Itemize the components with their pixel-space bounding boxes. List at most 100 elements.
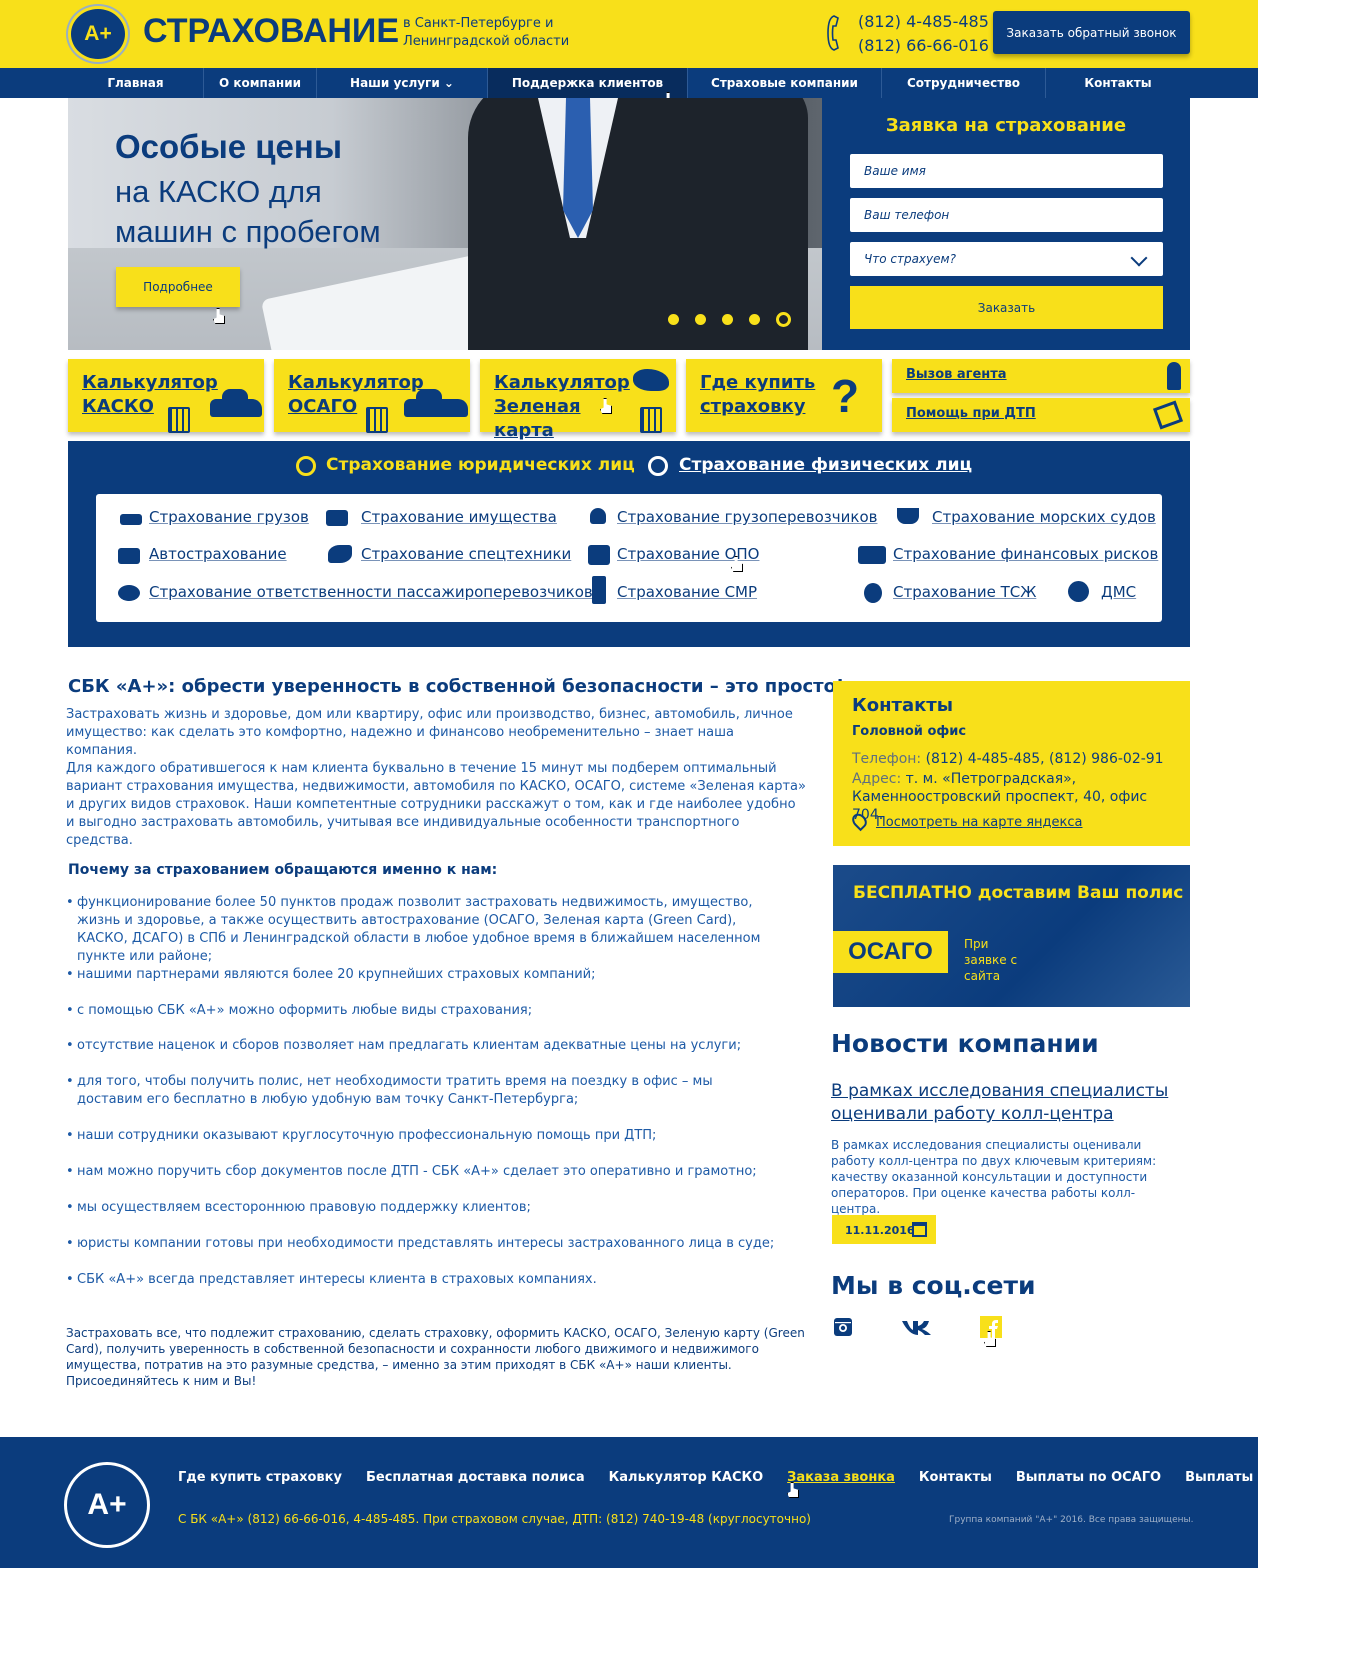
tile-where-label: Где купить страховку bbox=[700, 372, 816, 417]
callback-button[interactable]: Заказать обратный звонок bbox=[993, 11, 1190, 54]
logo-text: A+ bbox=[84, 22, 112, 45]
nav-item-insurers[interactable]: Страховые компании bbox=[688, 68, 882, 98]
footer-link-free-delivery[interactable]: Бесплатная доставка полиса bbox=[366, 1470, 585, 1485]
hands-home-icon bbox=[864, 583, 882, 603]
phone-input[interactable] bbox=[850, 198, 1163, 232]
tile-kasko-label: Калькулятор КАСКО bbox=[82, 372, 218, 417]
accident-icon bbox=[1152, 400, 1184, 430]
reason-item: нам можно поручить сбор документов после… bbox=[66, 1163, 776, 1181]
footer-link-kasko-calc[interactable]: Калькулятор КАСКО bbox=[609, 1470, 764, 1485]
plus-medical-icon bbox=[1068, 581, 1089, 602]
head-office-label: Головной офис bbox=[852, 724, 967, 739]
phone-value[interactable]: (812) 4-485-485, (812) 986-02-91 bbox=[926, 751, 1164, 767]
hero-tie bbox=[563, 98, 593, 238]
service-tszh[interactable]: Страхование ТСЖ bbox=[893, 583, 1036, 601]
vk-icon[interactable] bbox=[901, 1316, 933, 1338]
ship-icon bbox=[897, 508, 919, 524]
service-property[interactable]: Страхование имущества bbox=[361, 508, 557, 526]
service-ships[interactable]: Страхование морских судов bbox=[932, 508, 1156, 526]
services-list: Страхование грузов Страхование имущества… bbox=[96, 494, 1162, 622]
nav-item-about[interactable]: О компании bbox=[204, 68, 317, 98]
slider-dot-active[interactable] bbox=[776, 312, 791, 327]
footer-link-contacts[interactable]: Контакты bbox=[919, 1470, 992, 1485]
accident-help-label: Помощь при ДТП bbox=[906, 406, 1036, 421]
pickup-icon bbox=[404, 389, 468, 417]
car-icon bbox=[210, 389, 262, 417]
tractor-icon bbox=[328, 545, 352, 563]
service-dms[interactable]: ДМС bbox=[1101, 583, 1136, 601]
slider-dot[interactable] bbox=[695, 314, 706, 325]
site-header: A+ СТРАХОВАНИЕ в Санкт-Петербурге и Лени… bbox=[0, 0, 1258, 68]
reason-item: функционирование более 50 пунктов продаж… bbox=[66, 894, 776, 966]
service-smr[interactable]: Страхование СМР bbox=[617, 583, 757, 601]
tile-where-to-buy[interactable]: Где купить страховку ? bbox=[686, 359, 882, 432]
slider-dot[interactable] bbox=[722, 314, 733, 325]
footer-link-callback[interactable]: Заказа звонка bbox=[787, 1470, 895, 1485]
footer-link-osago-payments[interactable]: Выплаты по ОСАГО bbox=[1016, 1470, 1161, 1485]
services-panel: Страхование юридических лиц Страхование … bbox=[68, 441, 1190, 647]
intro-paragraph-2: Для каждого обратившегося к нам клиента … bbox=[66, 761, 806, 848]
intro-paragraph: Застраховать жизнь и здоровье, дом или к… bbox=[66, 707, 793, 758]
nav-item-services[interactable]: Наши услуги ⌄ bbox=[317, 68, 488, 98]
reason-item: юристы компании готовы при необходимости… bbox=[66, 1235, 776, 1253]
reasons-title: Почему за страхованием обращаются именно… bbox=[68, 862, 498, 878]
header-phone-1[interactable]: (812) 4-485-485 bbox=[858, 10, 989, 34]
delivery-promo-banner[interactable]: БЕСПЛАТНО доставим Ваш полис ОСАГО При з… bbox=[833, 865, 1190, 1007]
promo-title: БЕСПЛАТНО доставим Ваш полис bbox=[853, 883, 1184, 903]
header-phone-2[interactable]: (812) 66-66-016 bbox=[858, 34, 989, 58]
reason-item: наши сотрудники оказывают круглосуточную… bbox=[66, 1127, 776, 1145]
tile-greencard-calculator[interactable]: Калькулятор Зеленая карта bbox=[480, 359, 676, 441]
contact-phone: Телефон: (812) 4-485-485, (812) 986-02-9… bbox=[852, 750, 1182, 768]
hero-slider: Особые цены на КАСКО для машин с пробего… bbox=[68, 98, 822, 350]
property-icon bbox=[326, 510, 348, 526]
insurance-request-form: Заявка на страхование Заказать bbox=[822, 98, 1190, 350]
promo-note: При заявке с сайта bbox=[964, 937, 1018, 983]
facebook-icon[interactable] bbox=[980, 1316, 1002, 1338]
service-carriers[interactable]: Страхование грузоперевозчиков bbox=[617, 508, 877, 526]
calculator-icon bbox=[640, 407, 662, 433]
order-button[interactable]: Заказать bbox=[850, 286, 1163, 329]
map-russia-icon bbox=[633, 369, 669, 391]
news-title-link[interactable]: В рамках исследования специалисты оценив… bbox=[831, 1080, 1181, 1126]
service-financial-risks[interactable]: Страхование финансовых рисков bbox=[893, 545, 1158, 563]
call-agent-link[interactable]: Вызов агента bbox=[892, 359, 1190, 393]
service-special-machinery[interactable]: Страхование спецтехники bbox=[361, 545, 571, 563]
truck-icon bbox=[118, 548, 140, 564]
instagram-icon[interactable] bbox=[832, 1316, 854, 1338]
name-input[interactable] bbox=[850, 154, 1163, 188]
nav-item-support[interactable]: Поддержка клиентов bbox=[488, 68, 688, 98]
service-cargo[interactable]: Страхование грузов bbox=[149, 508, 309, 526]
cargo-icon bbox=[120, 514, 142, 525]
logo[interactable]: A+ bbox=[68, 6, 128, 62]
nav-item-partnership[interactable]: Сотрудничество bbox=[882, 68, 1046, 98]
footer-link-kasko-payments[interactable]: Выплаты по КАСКО bbox=[1185, 1470, 1332, 1485]
main-nav: Главная О компании Наши услуги ⌄ Поддерж… bbox=[0, 68, 1258, 98]
site-footer: A+ Где купить страховку Бесплатная доста… bbox=[0, 1437, 1332, 1568]
hero-title: Особые цены bbox=[115, 128, 343, 165]
yandex-map-link[interactable]: Посмотреть на карте яндекса bbox=[876, 815, 1082, 830]
form-title: Заявка на страхование bbox=[885, 115, 1127, 136]
nav-item-contacts[interactable]: Контакты bbox=[1046, 68, 1190, 98]
carrier-person-icon bbox=[590, 508, 606, 524]
calendar-icon bbox=[912, 1222, 927, 1237]
footer-link-where-to-buy[interactable]: Где купить страховку bbox=[178, 1470, 342, 1485]
call-agent-label: Вызов агента bbox=[906, 367, 1007, 382]
tile-kasko-calculator[interactable]: Калькулятор КАСКО bbox=[68, 359, 264, 433]
footer-logo[interactable]: A+ bbox=[64, 1462, 150, 1548]
tile-osago-calculator[interactable]: Калькулятор ОСАГО bbox=[274, 359, 470, 433]
tab-individuals[interactable]: Страхование физических лиц bbox=[679, 455, 972, 475]
promo-badge: ОСАГО bbox=[833, 931, 948, 973]
service-opo[interactable]: Страхование ОПО bbox=[617, 545, 759, 563]
slider-dot[interactable] bbox=[668, 314, 679, 325]
service-auto[interactable]: Автострахование bbox=[149, 545, 287, 563]
news-excerpt: В рамках исследования специалисты оценив… bbox=[831, 1138, 1157, 1216]
tab-legal-entities[interactable]: Страхование юридических лиц bbox=[326, 455, 635, 475]
slider-dot[interactable] bbox=[749, 314, 760, 325]
nav-item-home[interactable]: Главная bbox=[68, 68, 204, 98]
insurance-type-select[interactable] bbox=[850, 242, 1163, 276]
region-text: в Санкт-Петербурге и Ленинградской облас… bbox=[403, 16, 570, 49]
accident-help-link[interactable]: Помощь при ДТП bbox=[892, 398, 1190, 432]
reason-item: СБК «А+» всегда представляет интересы кл… bbox=[66, 1271, 776, 1289]
hero-more-button[interactable]: Подробнее bbox=[116, 267, 240, 307]
service-passenger-liability[interactable]: Страхование ответственности пассажиропер… bbox=[149, 583, 593, 601]
